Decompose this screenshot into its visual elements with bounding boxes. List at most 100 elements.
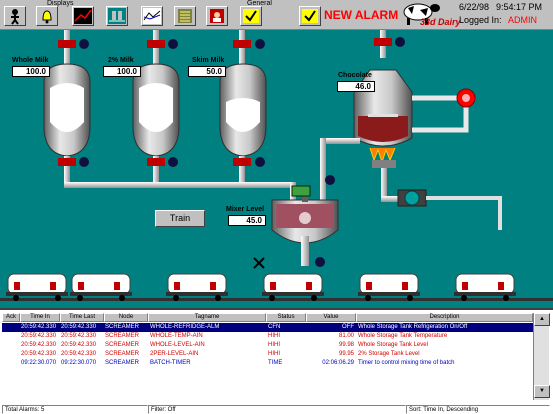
- whole-milk-tank: [43, 63, 91, 157]
- alarm-value: 99.95: [338, 351, 354, 357]
- time-display: 9:54:17 PM: [496, 2, 543, 12]
- mixer-level-value: 45.0: [228, 215, 266, 226]
- alarm-tagname: 2PER-LEVEL-AIN: [150, 351, 199, 357]
- whole-milk-level: 100.0: [12, 66, 50, 77]
- alarm-value: OFF: [342, 324, 354, 330]
- alarm-tagname: BATCH-TIMER: [150, 360, 191, 366]
- logged-in-user: ADMIN: [508, 15, 537, 25]
- bell-icon: [42, 10, 52, 24]
- alarm-table-header: Ack Time In Time Last Node Tagname Statu…: [2, 313, 533, 322]
- tanker-car: [70, 273, 132, 301]
- alarm-description: 2% Storage Tank Level: [358, 351, 420, 357]
- tanker-car: [358, 273, 420, 301]
- list-icon: [178, 9, 192, 23]
- column-status[interactable]: Status: [266, 313, 306, 322]
- skim-milk-tank: [219, 63, 267, 157]
- scroll-down-icon[interactable]: ▼: [534, 385, 550, 398]
- alarm-description: Whole Storage Tank Refrigeration On/Off: [358, 324, 468, 330]
- process-icon: [108, 8, 126, 24]
- new-alarm-indicator[interactable]: NEW ALARM: [324, 8, 398, 22]
- alarm-time-last: 09:22:30.070: [61, 360, 97, 366]
- alarm-time-last: 20:59:42.330: [61, 351, 97, 357]
- alarm-row[interactable]: 20:59:42.330 20:59:42.330 SCREAMER WHOLE…: [2, 332, 533, 341]
- toolbar: Displays General NEW ALARM 33d Dairy 6/2…: [0, 0, 553, 30]
- alarm-display-button[interactable]: [36, 6, 58, 26]
- process-display: Whole Milk 100.0 2% Milk 100.0 Skim Milk…: [0, 30, 553, 308]
- graph-icon: [143, 8, 161, 24]
- column-node[interactable]: Node: [104, 313, 148, 322]
- two-percent-milk-level: 100.0: [103, 66, 141, 77]
- alarm-summary: Ack Time In Time Last Node Tagname Statu…: [0, 308, 553, 414]
- pump: [397, 189, 502, 230]
- alarm-status-bar: Total Alarms: 5 Filter: Off Sort: Time I…: [2, 405, 550, 414]
- alarm-description: Whole Storage Tank Level: [358, 342, 428, 348]
- alarm-time-in: 20:59:42.330: [21, 351, 57, 357]
- acknowledge-button[interactable]: [240, 6, 262, 26]
- alarm-node: SCREAMER: [105, 351, 140, 357]
- tanker-car: [6, 273, 68, 301]
- graph-display-button[interactable]: [141, 6, 163, 26]
- alarm-scrollbar[interactable]: ▲ ▼: [533, 313, 550, 400]
- alarm-time-last: 20:59:42.330: [61, 324, 97, 330]
- chocolate-level: 46.0: [337, 81, 375, 92]
- alarm-time-in: 20:59:42.330: [21, 324, 57, 330]
- sort-status: Sort: Time In, Descending: [406, 405, 550, 414]
- process-schematic: [0, 30, 553, 301]
- tanker-car: [262, 273, 324, 301]
- man-display-button[interactable]: [4, 6, 26, 26]
- tanker-car: [166, 273, 228, 301]
- checkmark-icon: [243, 9, 259, 23]
- scroll-up-icon[interactable]: ▲: [534, 313, 550, 326]
- alarm-value: 81.00: [338, 333, 354, 339]
- whole-milk-label: Whole Milk: [12, 57, 49, 64]
- skim-milk-level: 50.0: [188, 66, 226, 77]
- alarm-status: HIHI: [268, 351, 280, 357]
- alarm-status: HIHI: [268, 333, 280, 339]
- tanker-car: [454, 273, 516, 301]
- alarm-row[interactable]: 09:22:30.070 09:22:30.070 SCREAMER BATCH…: [2, 359, 533, 368]
- date-display: 6/22/98: [459, 2, 490, 12]
- list-display-button[interactable]: [174, 6, 196, 26]
- trend-display-button[interactable]: [72, 6, 94, 26]
- column-value[interactable]: Value: [306, 313, 356, 322]
- alarm-description: Whole Storage Tank Temperature: [358, 333, 448, 339]
- acknowledge-all-button[interactable]: [299, 6, 321, 26]
- process-display-button[interactable]: [106, 6, 128, 26]
- alarm-time-last: 20:59:42.330: [61, 333, 97, 339]
- brand-name: 33d Dairy: [420, 17, 461, 27]
- alarm-time-in: 20:59:42.330: [21, 333, 57, 339]
- column-ack[interactable]: Ack: [2, 313, 20, 322]
- chocolate-pipe: [320, 138, 411, 208]
- mixer-tank: [271, 185, 339, 266]
- total-alarms: Total Alarms: 5: [2, 405, 148, 414]
- column-tagname[interactable]: Tagname: [148, 313, 266, 322]
- alarm-row[interactable]: 20:59:42.330 20:59:42.330 SCREAMER WHOLE…: [2, 341, 533, 350]
- two-percent-milk-tank: [132, 63, 180, 157]
- alarm-tagname: WHOLE-LEVEL-AIN: [150, 342, 205, 348]
- alarm-node: SCREAMER: [105, 360, 140, 366]
- two-percent-milk-label: 2% Milk: [108, 57, 134, 64]
- alarm-row[interactable]: 20:59:42.330 20:59:42.330 SCREAMER WHOLE…: [2, 323, 533, 332]
- column-time-in[interactable]: Time In: [20, 313, 60, 322]
- book-button[interactable]: [206, 6, 228, 26]
- mixer-level-label: Mixer Level: [226, 206, 265, 213]
- train-button[interactable]: Train: [155, 210, 205, 227]
- trend-icon: [74, 8, 92, 24]
- alarm-row[interactable]: 20:59:42.330 20:59:42.330 SCREAMER 2PER-…: [2, 350, 533, 359]
- alarm-time-in: 20:59:42.330: [21, 342, 57, 348]
- alarm-tagname: WHOLE-REFRIDGE-ALM: [150, 324, 220, 330]
- tanker-train: [0, 257, 553, 301]
- alarm-tagname: WHOLE-TEMP-AIN: [150, 333, 203, 339]
- alarm-status: CFN: [268, 324, 281, 330]
- alarm-node: SCREAMER: [105, 342, 140, 348]
- skim-milk-label: Skim Milk: [192, 57, 225, 64]
- filter-status: Filter: Off: [148, 405, 406, 414]
- logged-in-label: Logged In:: [459, 15, 502, 25]
- column-description[interactable]: Description: [356, 313, 533, 322]
- column-time-last[interactable]: Time Last: [60, 313, 104, 322]
- book-icon: [210, 9, 224, 23]
- fill-valve-icon: [253, 257, 265, 269]
- alarm-value: 02:06:06.29: [322, 360, 354, 366]
- alarm-status: TIME: [268, 360, 283, 366]
- chocolate-label: Chocolate: [338, 72, 372, 79]
